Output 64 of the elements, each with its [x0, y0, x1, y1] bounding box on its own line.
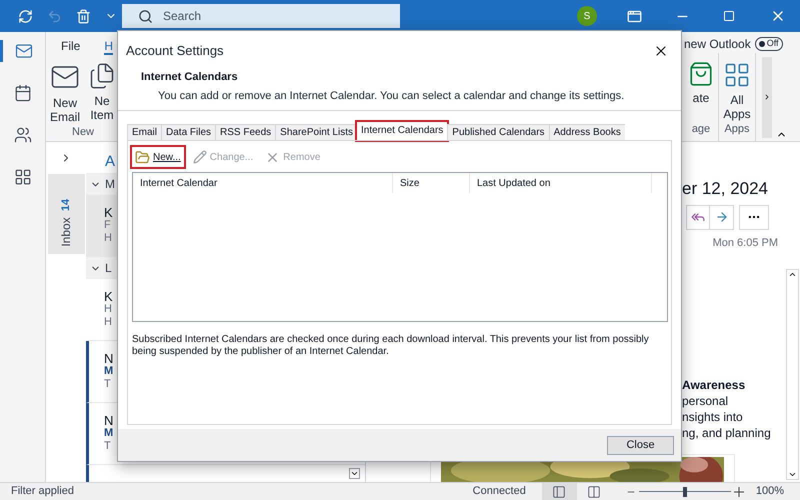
message-date: er 12, 2024	[682, 178, 770, 200]
mail-icon	[15, 42, 33, 60]
reading-view-icon	[587, 484, 602, 498]
dialog-tab[interactable]: RSS Feeds	[215, 124, 276, 140]
view-button[interactable]	[542, 482, 577, 500]
ribbon-button[interactable]: ate	[688, 61, 714, 121]
group-label: Apps	[724, 122, 750, 137]
status-text: Filter applied	[11, 484, 74, 500]
column-header[interactable]: Size	[393, 173, 470, 193]
ribbon-tab[interactable]: File	[61, 37, 80, 55]
body-text: personal	[682, 393, 730, 409]
folder-icon	[135, 150, 150, 164]
group-label: age	[692, 122, 710, 137]
message-time: Mon 6:05 PM	[712, 236, 779, 250]
body-heading: Awareness	[682, 377, 746, 393]
body-text: ng, and planning	[682, 425, 772, 441]
column-header[interactable]: Last Updated on	[470, 173, 652, 193]
scrollbar[interactable]	[786, 269, 798, 480]
section-heading: Internet Calendars	[141, 70, 239, 85]
dialog-tab[interactable]: Address Books	[548, 124, 625, 140]
dialog-tab[interactable]: Email	[127, 124, 162, 140]
forward-icon	[714, 210, 728, 224]
scroll-down-button[interactable]	[349, 468, 360, 479]
apps-icon	[723, 61, 751, 89]
dialog-tab[interactable]: SharePoint Lists	[275, 124, 357, 140]
zoom-level: 100%	[756, 484, 784, 500]
group-label: New	[72, 125, 94, 140]
ribbon-button[interactable]: Ne Item	[88, 62, 116, 124]
normal-view-icon	[552, 484, 566, 498]
ribbon-button[interactable]: All Apps	[723, 61, 751, 121]
dialog-tab[interactable]: Published Calendars	[447, 124, 549, 140]
body-text: nsights into	[682, 409, 744, 425]
column-header[interactable]: Internet Calendar	[133, 173, 393, 193]
search-field[interactable]: Search	[122, 4, 400, 28]
calendar-icon	[14, 84, 32, 102]
sync-icon[interactable]	[18, 8, 33, 24]
scroll-up-icon	[788, 270, 796, 279]
toolbar-button[interactable]: New...	[132, 147, 184, 167]
zoom-thumb[interactable]	[682, 486, 687, 496]
search-icon	[138, 8, 153, 24]
scroll-ribbon-icon[interactable]	[763, 93, 771, 102]
zoom-slider[interactable]	[638, 486, 731, 496]
note-text: Subscribed Internet Calendars are checked once during each download interval. This prevents your list from possibly being suspended by the publisher of an Internet Calendar.	[132, 334, 650, 358]
dialog-title: Account Settings	[126, 42, 224, 60]
scroll-down-icon	[788, 470, 796, 479]
new-outlook-label: new Outlook	[684, 36, 751, 53]
dialog-button[interactable]: Close	[607, 436, 674, 454]
apps-icon	[14, 168, 32, 186]
inbox-tab[interactable]: Inbox 14	[48, 174, 84, 254]
maximize-icon[interactable]	[723, 10, 735, 22]
people-icon	[14, 126, 32, 144]
connection-status: Connected	[472, 484, 526, 500]
bag-icon	[688, 61, 714, 87]
list-heading: A	[105, 152, 116, 172]
section-description: You can add or remove an Internet Calendar. You can select a calendar and change its settings.	[158, 88, 626, 104]
new-outlook-toggle[interactable]: Off	[754, 37, 783, 51]
delete-icon[interactable]	[76, 8, 91, 24]
dialog-tab[interactable]: Internet Calendars	[357, 122, 448, 140]
dialog-tab[interactable]: Data Files	[161, 124, 216, 140]
ribbon-button[interactable]: New Email	[50, 62, 80, 124]
coming-soon-icon[interactable]	[627, 8, 642, 24]
ribbon-tab[interactable]: H	[104, 37, 114, 55]
pencil-icon	[192, 150, 207, 164]
zoom-in-icon[interactable]	[734, 486, 744, 496]
